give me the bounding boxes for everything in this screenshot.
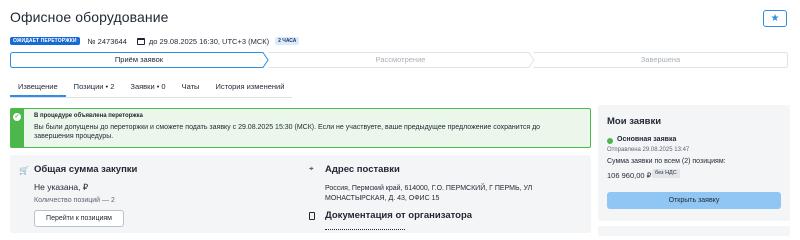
alert-text: Вы были допущены до переторжки и сможете…	[34, 124, 541, 140]
calendar-icon	[136, 37, 145, 45]
stage-review: Рассмотрение	[375, 55, 426, 64]
tab-bar: Извещение Позиции • 2 Заявки • 0 Чаты Ис…	[10, 82, 292, 97]
document-icon	[309, 212, 315, 220]
bid-sum-label: Сумма заявки по всем (2) позициям:	[607, 158, 726, 165]
status-dot-icon	[607, 138, 613, 144]
positions-count: Количество позиций — 2	[34, 197, 115, 204]
my-bids-title: Мои заявки	[607, 116, 662, 127]
bid-price: 106 960,00 ₽	[607, 171, 652, 180]
organizer-docs-title: Документация от организатора	[325, 210, 473, 221]
total-sum-title: Общая сумма закупки	[34, 164, 138, 175]
tab-positions[interactable]: Позиции • 2	[66, 82, 123, 97]
tab-notice[interactable]: Извещение	[10, 82, 66, 97]
lot-number: № 2473644	[87, 36, 127, 46]
vat-badge: без НДС	[652, 169, 680, 178]
location-pin-icon: ⌖	[309, 164, 314, 173]
my-bids-panel: Мои заявки Основная заявка Отправлена 29…	[598, 105, 790, 221]
tabs-divider	[10, 97, 292, 98]
check-icon: ✓	[13, 113, 21, 121]
bid-sent-date: Отправлена 29.08.2025 13:47	[607, 147, 690, 153]
tab-chats[interactable]: Чаты	[174, 82, 208, 97]
status-badge: ОЖИДАЕТ ПЕРЕТОРЖКИ	[10, 37, 80, 45]
tab-bids[interactable]: Заявки • 0	[122, 82, 173, 97]
main-bid-label: Основная заявка	[617, 136, 677, 143]
alert-title: В процедуре объявлена переторжка	[34, 113, 143, 119]
cart-icon: 🛒	[19, 166, 29, 175]
stage-completed: Завершена	[640, 55, 681, 64]
total-sum-value: Не указана, ₽	[34, 182, 89, 192]
procurement-info-card: 🛒 Общая сумма закупки Не указана, ₽ Коли…	[10, 155, 591, 233]
delivery-address-title: Адрес поставки	[325, 164, 400, 175]
procedure-meta: ОЖИДАЕТ ПЕРЕТОРЖКИ № 2473644 до 29.08.20…	[10, 35, 300, 47]
deadline-text: до 29.08.2025 16:30, UTC+3 (МСК)	[148, 36, 270, 46]
go-to-positions-button[interactable]: Перейти к позициям	[34, 210, 124, 227]
stage-progress: Приём заявок Рассмотрение Завершена	[10, 52, 788, 68]
tab-history[interactable]: История изменений	[207, 82, 292, 97]
delivery-address-text: Россия, Пермский край, 614000, Г.О. ПЕРМ…	[325, 185, 533, 202]
open-bid-button[interactable]: Открыть заявку	[607, 192, 781, 209]
stage-receiving: Приём заявок	[114, 55, 164, 64]
star-icon: ★	[770, 13, 780, 24]
page-title: Офисное оборудование	[10, 9, 169, 25]
favorite-button[interactable]: ★	[763, 10, 787, 27]
retender-alert: ✓ В процедуре объявлена переторжка Вы бы…	[10, 108, 591, 148]
hours-left-badge: 2 ЧАСА	[275, 37, 300, 45]
secondary-panel	[598, 226, 790, 236]
organizer-docs-cut-text	[325, 229, 405, 233]
